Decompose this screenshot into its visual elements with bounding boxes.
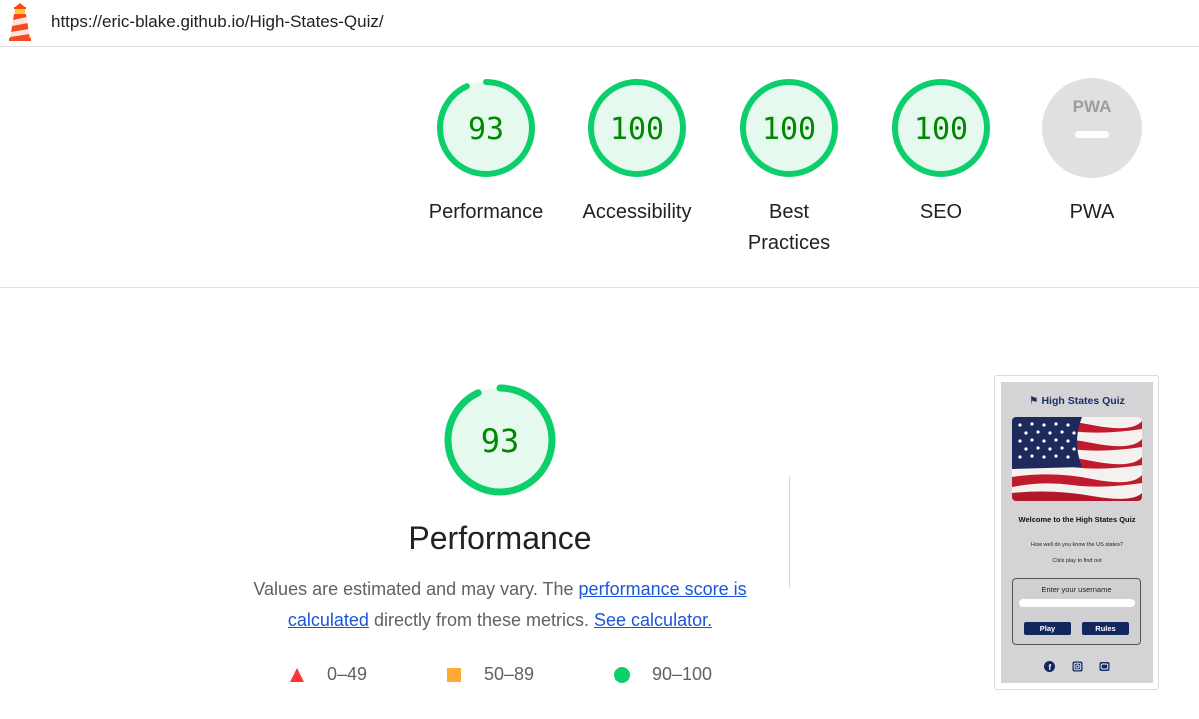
desc-text: Values are estimated and may vary. The xyxy=(253,579,579,599)
desc-text: directly from these metrics. xyxy=(368,610,595,630)
pwa-badge-text: PWA xyxy=(1073,97,1112,116)
gauge-label: SEO xyxy=(919,201,963,223)
legend-average: 50–89 xyxy=(446,664,534,685)
lighthouse-icon xyxy=(9,3,31,41)
gauge-score: 100 xyxy=(610,112,664,147)
legend-range: 50–89 xyxy=(484,664,535,684)
legend-range: 90–100 xyxy=(652,664,713,684)
final-screenshot[interactable]: ⚑ High States Quiz Welcome to the High S… xyxy=(994,375,1159,690)
instagram-icon xyxy=(1072,661,1083,672)
gauge-score: 100 xyxy=(914,112,968,147)
screenshot-content: ⚑ High States Quiz Welcome to the High S… xyxy=(1001,382,1153,683)
section-divider xyxy=(789,476,790,588)
thumb-subtitle: How well do you know the US states? xyxy=(1030,542,1124,548)
flag-icon: ⚑ xyxy=(1029,395,1039,407)
thumb-hint: Click play to find out xyxy=(1052,558,1102,564)
legend-pass: 90–100 xyxy=(614,664,712,685)
gauge-seo-ring: 100 xyxy=(892,79,990,177)
thumb-rules-button: Rules xyxy=(1082,622,1129,635)
page-url[interactable]: https://eric-blake.github.io/High-States… xyxy=(51,12,384,32)
gauge-label: Performance xyxy=(428,201,544,223)
gauge-label: PWA xyxy=(1069,201,1115,223)
gauge-seo[interactable]: 100 SEO xyxy=(866,77,1016,228)
performance-score: 93 xyxy=(481,422,520,460)
us-flag-image xyxy=(1012,417,1142,501)
green-circle-icon xyxy=(614,666,630,683)
thumb-title: ⚑ High States Quiz xyxy=(1001,395,1153,407)
gauge-score: 93 xyxy=(468,112,504,147)
thumb-title-text: High States Quiz xyxy=(1041,395,1125,407)
pwa-badge: PWA xyxy=(1042,78,1142,178)
pwa-dash-icon xyxy=(1075,131,1109,138)
thumb-welcome: Welcome to the High States Quiz xyxy=(1018,515,1136,524)
svg-text:f: f xyxy=(1048,663,1051,672)
gauge-accessibility-ring: 100 xyxy=(588,79,686,177)
youtube-icon xyxy=(1099,662,1110,671)
thumb-play-button: Play xyxy=(1024,622,1071,635)
score-summary: 93 Performance 100 Accessibility 100 Bes… xyxy=(0,47,1199,288)
gauge-score: 100 xyxy=(762,112,816,147)
gauge-pwa[interactable]: PWA PWA xyxy=(1017,77,1167,228)
facebook-icon: f xyxy=(1044,661,1055,672)
gauge-best-practices-ring: 100 xyxy=(740,79,838,177)
legend-fail: 0–49 xyxy=(289,664,367,685)
gauge-performance-ring: 93 xyxy=(437,79,535,177)
url-bar: https://eric-blake.github.io/High-States… xyxy=(0,0,1199,47)
legend-range: 0–49 xyxy=(327,664,368,684)
see-calculator-link[interactable]: See calculator. xyxy=(594,610,712,630)
thumb-username-input xyxy=(1019,599,1135,607)
red-triangle-icon xyxy=(290,667,304,682)
thumb-username-box: Enter your username Play Rules xyxy=(1012,578,1141,645)
gauge-best-practices[interactable]: 100 Best Practices xyxy=(714,77,864,259)
gauge-performance[interactable]: 93 Performance xyxy=(411,77,561,228)
performance-gauge: 93 xyxy=(444,384,556,496)
orange-square-icon xyxy=(447,667,461,682)
performance-description: Values are estimated and may vary. The p… xyxy=(240,574,760,636)
thumb-username-label: Enter your username xyxy=(1041,585,1112,594)
gauge-label: Best Practices xyxy=(747,201,831,254)
gauge-accessibility[interactable]: 100 Accessibility xyxy=(562,77,712,228)
gauge-label: Accessibility xyxy=(582,201,692,223)
performance-title: Performance xyxy=(408,520,592,556)
